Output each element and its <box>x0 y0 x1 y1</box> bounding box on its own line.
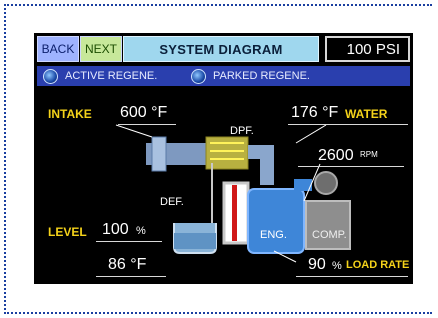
intake-label: INTAKE <box>48 107 92 121</box>
level-underline <box>96 241 162 242</box>
intake-underline <box>118 124 176 125</box>
level-value: 100 <box>102 221 129 238</box>
intake-filter <box>151 136 167 172</box>
water-value: 176 °F <box>291 104 339 121</box>
compressor-label: COMP. <box>312 229 347 241</box>
engine-block <box>247 188 305 254</box>
def-temp-value: 86 °F <box>108 256 147 273</box>
def-label: DEF. <box>160 196 184 208</box>
water-label: WATER <box>345 107 388 121</box>
hmi-screen: BACK NEXT SYSTEM DIAGRAM 100 PSI ACTIVE … <box>34 33 413 284</box>
water-underline <box>288 124 408 125</box>
dpf-label: DPF. <box>230 125 254 137</box>
load-value: 90 <box>308 256 326 273</box>
rpm-underline <box>298 166 404 167</box>
system-schematic <box>115 124 351 263</box>
def-temp-underline <box>96 276 166 277</box>
load-rate-label: LOAD RATE <box>346 259 410 271</box>
intake-value: 600 °F <box>120 104 168 121</box>
load-unit: % <box>332 260 342 272</box>
rpm-value: 2600 <box>318 147 354 164</box>
level-label: LEVEL <box>48 225 87 239</box>
compressor-fan <box>314 171 338 195</box>
engine-label: ENG. <box>260 229 287 241</box>
rpm-unit: RPM <box>360 150 378 159</box>
compressor <box>305 200 351 250</box>
level-unit: % <box>136 225 146 237</box>
load-underline <box>296 276 408 277</box>
